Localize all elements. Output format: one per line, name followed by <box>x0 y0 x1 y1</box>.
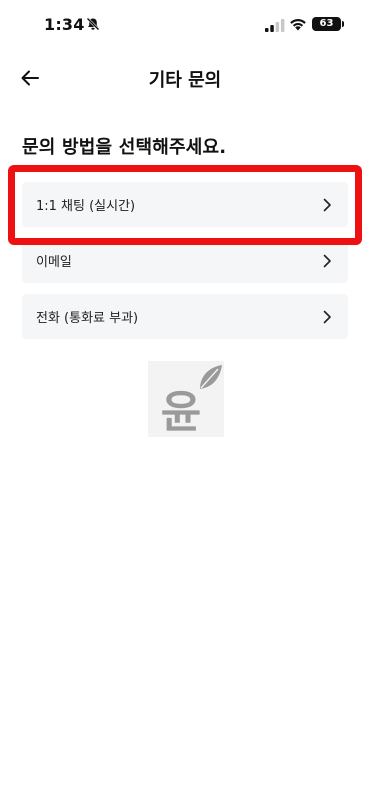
cellular-signal-icon <box>265 19 285 32</box>
chevron-right-icon <box>323 310 331 323</box>
header: 기타 문의 <box>0 56 370 100</box>
status-bar: 1:34 63 <box>0 0 370 50</box>
bell-off-icon <box>86 17 100 31</box>
page-title: 기타 문의 <box>148 70 222 91</box>
option-phone[interactable]: 전화 (통화료 부과) <box>22 294 348 339</box>
watermark-logo: 윤 <box>148 361 224 437</box>
option-chat[interactable]: 1:1 채팅 (실시간) <box>22 182 348 227</box>
option-chat-label: 1:1 채팅 (실시간) <box>36 199 136 214</box>
option-email[interactable]: 이메일 <box>22 238 348 283</box>
chevron-right-icon <box>323 198 331 211</box>
option-email-label: 이메일 <box>36 255 72 270</box>
battery-indicator: 63 <box>312 17 341 31</box>
chevron-right-icon <box>323 254 331 267</box>
wifi-icon <box>290 19 306 31</box>
section-heading: 문의 방법을 선택해주세요. <box>22 137 227 158</box>
battery-nub <box>342 21 344 27</box>
svg-text:윤: 윤 <box>161 387 201 437</box>
option-phone-label: 전화 (통화료 부과) <box>36 311 139 326</box>
status-time: 1:34 <box>44 15 85 34</box>
